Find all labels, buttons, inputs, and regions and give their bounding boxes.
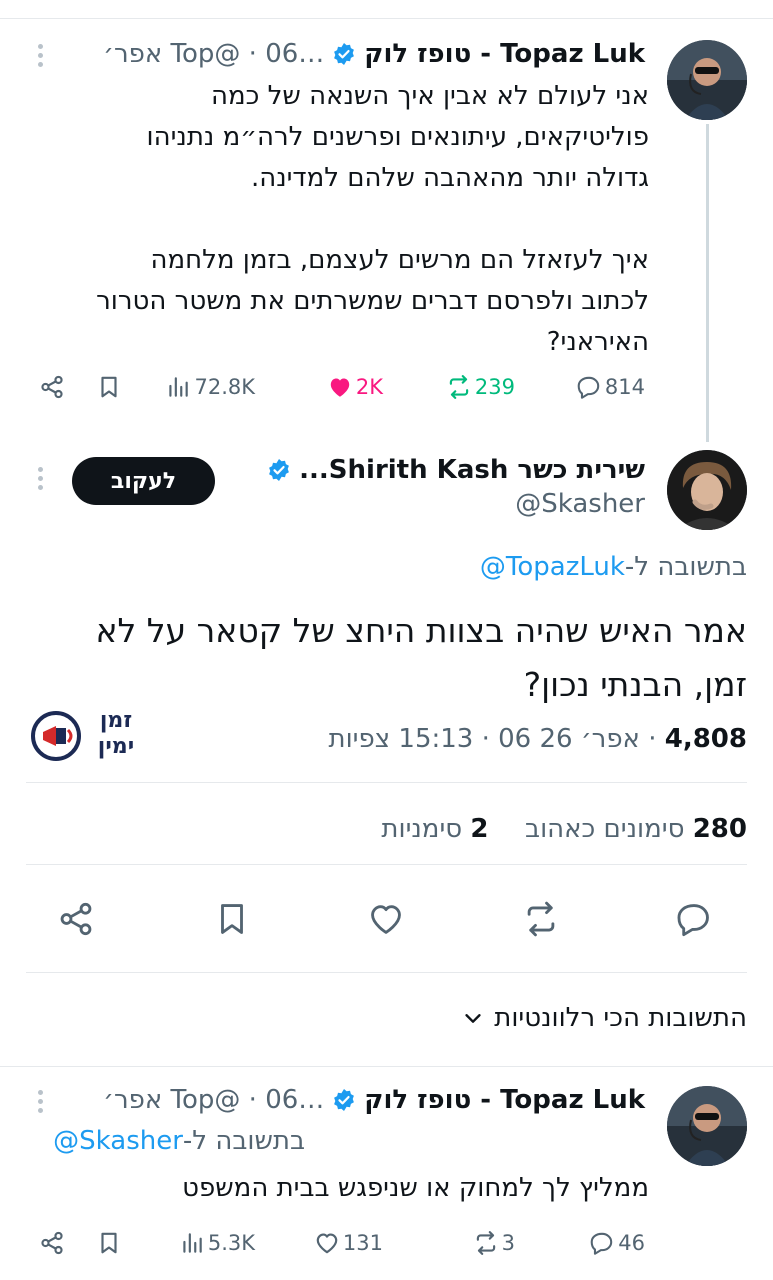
main-tweet-text: אמר האיש שהיה בצוות היחצ של קטאר על לא ז…: [95, 611, 747, 704]
repost-button[interactable]: 239: [446, 374, 515, 400]
reply-to-link[interactable]: @TopazLuk: [480, 552, 625, 582]
reply-prefix: בתשובה ל-: [624, 552, 747, 582]
tweet-header: Topaz Luk - טופז לוק …Top@ · 06 אפר׳: [103, 38, 645, 70]
reply-button[interactable]: 814: [576, 374, 645, 400]
bookmark-icon: [221, 904, 243, 934]
top-divider: [0, 18, 773, 19]
bookmark-button[interactable]: [96, 1230, 122, 1256]
bookmark-icon: [101, 376, 117, 398]
views-button[interactable]: 5.3K: [179, 1230, 255, 1256]
time-date[interactable]: 15:13 · 06 אפר׳ 26 ·: [398, 724, 656, 754]
reply-button[interactable]: 46: [589, 1230, 645, 1256]
views-button[interactable]: 72.8K: [165, 374, 255, 400]
likes-stat-label[interactable]: סימונים כאהוב: [525, 814, 684, 844]
zman-yamin-logo: זמן ימין: [30, 708, 140, 764]
sort-label: התשובות הכי רלוונטיות: [494, 1003, 747, 1033]
repost-count: 239: [474, 375, 515, 399]
author-handle[interactable]: @Skasher: [515, 488, 645, 520]
repost-button[interactable]: [522, 900, 560, 938]
replies-sort-dropdown[interactable]: התשובות הכי רלוונטיות: [462, 1000, 747, 1036]
divider: [0, 1066, 773, 1067]
views-count: 5.3K: [207, 1231, 255, 1255]
share-button[interactable]: [57, 900, 95, 938]
thread-line: [706, 124, 709, 442]
more-options-icon[interactable]: [35, 44, 45, 67]
verified-badge-icon: [334, 43, 355, 65]
chevron-down-icon: [465, 1014, 481, 1023]
repost-icon: [449, 375, 469, 399]
repost-icon: [476, 1231, 495, 1255]
repost-button[interactable]: 3: [473, 1230, 515, 1256]
like-count: 131: [342, 1231, 383, 1255]
logo-text-line1: זמן: [99, 708, 133, 733]
avatar-photo: [667, 1086, 747, 1166]
bookmark-button[interactable]: [213, 900, 251, 938]
heart-icon: [316, 1233, 338, 1254]
author-name[interactable]: Topaz Luk - טופז לוק: [364, 1084, 645, 1116]
reply-button[interactable]: [675, 900, 713, 938]
analytics-icon: [183, 1233, 202, 1253]
megaphone-icon: [31, 711, 81, 761]
avatar[interactable]: [667, 1086, 747, 1166]
reply-icon: [590, 1232, 613, 1255]
divider: [26, 864, 747, 865]
handle-and-date[interactable]: …Top@ · 06 אפר׳: [103, 1084, 324, 1116]
reply-to-link[interactable]: @Skasher: [53, 1126, 183, 1156]
repost-count: 3: [501, 1231, 515, 1255]
logo-text-line2: ימין: [97, 734, 135, 759]
follow-button[interactable]: לעקוב: [72, 457, 215, 505]
views-label: צפיות: [328, 724, 391, 754]
engagement-stats: 280 סימונים כאהוב 2 סימניות: [381, 812, 747, 846]
author-name[interactable]: Topaz Luk - טופז לוק: [364, 38, 645, 70]
heart-filled-icon: [330, 378, 350, 397]
views-count: 4,808: [664, 724, 747, 754]
share-icon: [41, 1231, 63, 1255]
like-button[interactable]: [367, 900, 405, 938]
handle-and-date[interactable]: …Top@ · 06 אפר׳: [103, 38, 324, 70]
verified-badge-icon: [269, 459, 290, 481]
reply-icon: [577, 376, 600, 399]
avatar[interactable]: [667, 450, 747, 530]
tweet-header: Topaz Luk - טופז לוק …Top@ · 06 אפר׳: [103, 1084, 645, 1116]
like-button[interactable]: 2K: [327, 374, 383, 400]
share-icon: [60, 902, 92, 936]
divider: [26, 782, 747, 783]
tweet-header: שירית כשר Shirith Kash...: [267, 454, 645, 486]
divider: [26, 972, 747, 973]
views-count: 72.8K: [194, 375, 255, 399]
avatar-photo: [667, 40, 747, 120]
author-name[interactable]: שירית כשר Shirith Kash...: [299, 454, 645, 486]
avatar-photo: [667, 450, 747, 530]
tweet-text: ממליץ לך למחוק או שניפגש בבית המשפט: [182, 1173, 649, 1203]
share-icon: [41, 375, 63, 399]
tweet-timestamp: 15:13 · 06 אפר׳ 26 · 4,808 צפיות: [328, 722, 747, 756]
tweet-text: אני לעולם לא אבין איך השנאה של כמה פוליט…: [96, 81, 649, 357]
bookmarks-stat-label[interactable]: סימניות: [381, 814, 462, 844]
heart-icon: [371, 905, 401, 934]
bookmark-button[interactable]: [96, 374, 122, 400]
analytics-icon: [169, 377, 189, 397]
share-button[interactable]: [39, 374, 65, 400]
bookmarks-stat-count[interactable]: 2: [470, 814, 488, 844]
share-button[interactable]: [39, 1230, 65, 1256]
reply-context: בתשובה ל-@TopazLuk: [480, 550, 747, 584]
like-count: 2K: [355, 375, 383, 399]
reply-icon: [677, 904, 709, 937]
reply-context: בתשובה ל-@Skasher: [53, 1124, 305, 1158]
reply-count: 46: [618, 1231, 645, 1255]
verified-badge-icon: [334, 1089, 355, 1111]
more-options-icon[interactable]: [35, 467, 45, 490]
repost-icon: [527, 901, 555, 937]
more-options-icon[interactable]: [35, 1090, 45, 1113]
reply-count: 814: [604, 375, 645, 399]
likes-stat-count[interactable]: 280: [693, 814, 747, 844]
avatar[interactable]: [667, 40, 747, 120]
bookmark-icon: [101, 1232, 117, 1254]
like-button[interactable]: 131: [314, 1230, 383, 1256]
reply-prefix: בתשובה ל-: [182, 1126, 305, 1156]
